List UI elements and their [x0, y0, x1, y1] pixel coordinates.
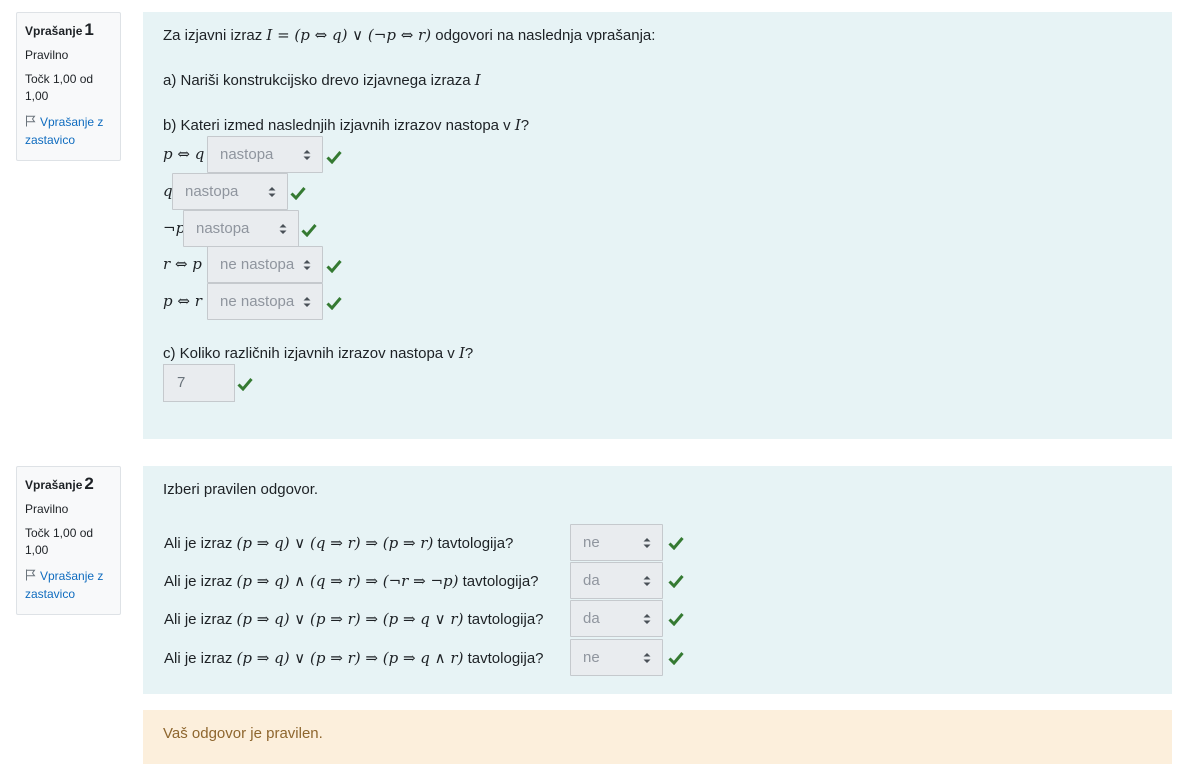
- question-1-content: Za izjavni izraz I = (p ⇔ q) ∨ (¬p ⇔ r) …: [143, 12, 1172, 439]
- tautology-question: Ali je izraz (p ⇒ q) ∨ (p ⇒ r) ⇒ (p ⇒ q …: [164, 610, 544, 628]
- question-1-heading: Vprašanje 1: [25, 20, 94, 39]
- part-b-row-select[interactable]: ne nastopa: [207, 283, 323, 320]
- part-b-row-expr: p ⇔ r: [163, 292, 202, 310]
- part-b-row-select[interactable]: nastopa: [172, 173, 288, 210]
- tautology-select[interactable]: da: [570, 562, 663, 599]
- select-caret-icon: [643, 576, 651, 586]
- check-icon: [237, 378, 253, 391]
- question-1-info: Vprašanje 1 Pravilno Točk 1,00 od 1,00 Vp…: [16, 12, 121, 161]
- flag-icon: [26, 569, 36, 581]
- question-1-points: Točk 1,00 od 1,00: [25, 72, 94, 103]
- part-b-row-select[interactable]: nastopa: [183, 210, 299, 247]
- select-caret-icon: [643, 614, 651, 624]
- select-caret-icon: [643, 538, 651, 548]
- check-icon: [290, 187, 306, 200]
- select-caret-icon: [303, 260, 311, 270]
- check-icon: [326, 151, 342, 164]
- tautology-select[interactable]: ne: [570, 639, 663, 676]
- question-2-points: Točk 1,00 od 1,00: [25, 526, 94, 557]
- question-2-prompt: Izberi pravilen odgovor.: [163, 481, 319, 498]
- part-b-row-select[interactable]: nastopa: [207, 136, 323, 173]
- part-b-row-select[interactable]: ne nastopa: [207, 246, 323, 283]
- part-c-answer-input[interactable]: 7: [163, 364, 235, 402]
- tautology-question: Ali je izraz (p ⇒ q) ∨ (p ⇒ r) ⇒ (p ⇒ q …: [164, 649, 544, 667]
- select-caret-icon: [643, 653, 651, 663]
- check-icon: [668, 652, 684, 665]
- tautology-question: Ali je izraz (p ⇒ q) ∧ (q ⇒ r) ⇒ (¬r ⇒ ¬…: [164, 572, 539, 590]
- select-caret-icon: [279, 224, 287, 234]
- part-b-row-expr: p ⇔ q: [163, 145, 205, 163]
- check-icon: [668, 575, 684, 588]
- check-icon: [326, 260, 342, 273]
- question-2-status: Pravilno: [25, 502, 69, 516]
- check-icon: [668, 537, 684, 550]
- question-1-intro: Za izjavni izraz I = (p ⇔ q) ∨ (¬p ⇔ r) …: [163, 26, 656, 44]
- flag-icon: [26, 115, 36, 127]
- question-1-flag-link[interactable]: Vprašanje z zastavico: [25, 113, 112, 149]
- formula-I: I = (p ⇔ q) ∨ (¬p ⇔ r): [266, 26, 432, 44]
- part-b-row-expr: r ⇔ p: [163, 255, 202, 273]
- check-icon: [301, 224, 317, 237]
- question-2-flag-link[interactable]: Vprašanje z zastavico: [25, 567, 112, 603]
- question-2-content: Izberi pravilen odgovor. Ali je izraz (p…: [143, 466, 1172, 694]
- question-1-status: Pravilno: [25, 48, 69, 62]
- part-b-text: b) Kateri izmed naslednjih izjavnih izra…: [163, 116, 530, 134]
- question-2-heading: Vprašanje 2: [25, 474, 94, 493]
- question-2-feedback: Vaš odgovor je pravilen.: [143, 710, 1172, 764]
- tautology-question: Ali je izraz (p ⇒ q) ∨ (q ⇒ r) ⇒ (p ⇒ r)…: [164, 534, 514, 552]
- part-b-row-expr: ¬p: [163, 219, 186, 237]
- part-a-text: a) Nariši konstrukcijsko drevo izjavnega…: [163, 71, 481, 89]
- select-caret-icon: [303, 297, 311, 307]
- select-caret-icon: [268, 187, 276, 197]
- select-caret-icon: [303, 150, 311, 160]
- tautology-select[interactable]: da: [570, 600, 663, 637]
- check-icon: [326, 297, 342, 310]
- check-icon: [668, 613, 684, 626]
- part-c-text: c) Koliko različnih izjavnih izrazov nas…: [163, 344, 474, 362]
- tautology-select[interactable]: ne: [570, 524, 663, 561]
- question-2-info: Vprašanje 2 Pravilno Točk 1,00 od 1,00 Vp…: [16, 466, 121, 615]
